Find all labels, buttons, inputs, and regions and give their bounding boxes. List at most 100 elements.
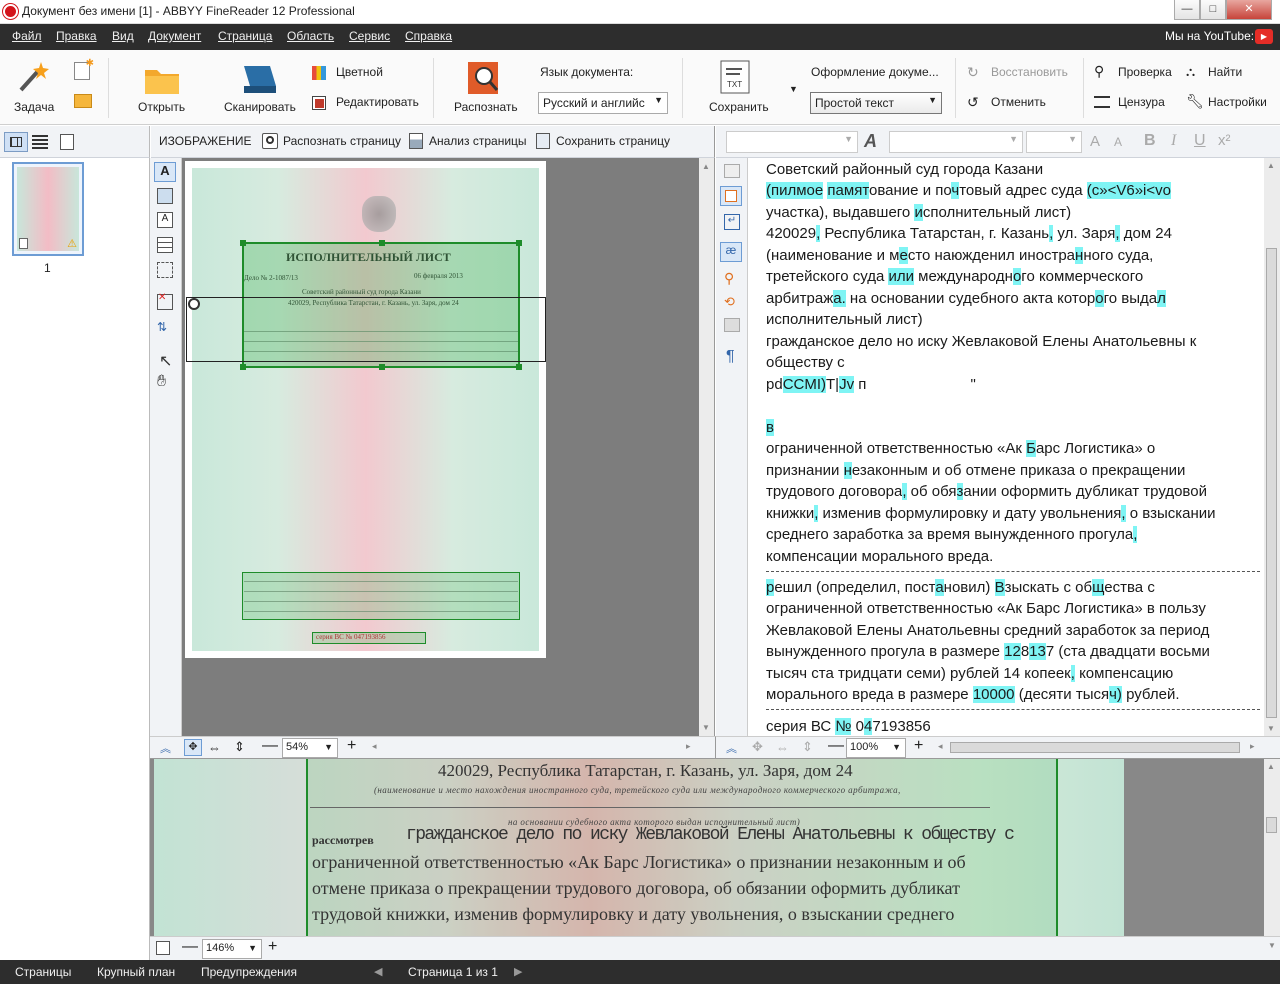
save-button[interactable]: TXT Сохранить ▼ [700,56,800,120]
text-line[interactable]: тысяч ста тридцати семи) рублей 14 копее… [766,663,1173,684]
zoom-in-button[interactable]: + [914,737,923,755]
text-line[interactable]: серия ВС № 047193856 [766,716,931,737]
text-line[interactable]: арбитража. на основании судебного акта к… [766,288,1166,309]
font-style-icon[interactable]: A [864,131,877,152]
restore-button[interactable]: ↻ Восстановить [967,64,1077,82]
text-line[interactable]: (пилмое памятование и почтовый адрес суд… [766,180,1171,201]
picture-area-tool-icon[interactable] [157,188,173,204]
text-line[interactable]: признании незаконным и об отмене приказа… [766,460,1185,481]
open-button[interactable]: Открыть [135,56,191,120]
scroll-right-icon[interactable]: ▸ [1250,741,1255,752]
table-area-tool-icon[interactable] [157,237,173,253]
font-size-select[interactable]: ▼ [1026,131,1082,153]
closeup-viewport-frame[interactable] [186,297,546,362]
text-line[interactable]: Советский районный суд города Казани [766,159,1043,180]
text-line[interactable]: морального вреда в размере 10000 (десяти… [766,684,1180,705]
zoom-out-button[interactable]: — [262,737,278,755]
closeup-tab[interactable]: Крупный план [97,965,175,979]
zoom-in-button[interactable]: + [347,737,356,755]
text-zoom-select[interactable]: 100% ▼ [846,738,906,758]
text-line[interactable]: гражданское дело но иску Жевлаковой Елен… [766,331,1196,352]
menu-tools[interactable]: Сервис [349,29,390,43]
zoom-out-button[interactable]: — [182,938,198,956]
italic-button[interactable]: I [1171,132,1176,150]
edit-image-button[interactable]: Редактировать [312,94,422,112]
zoom-in-button[interactable]: + [268,938,277,956]
close-button[interactable]: ✕ [1226,0,1272,20]
fit-width-icon[interactable]: ⇔ [776,740,789,755]
menu-page[interactable]: Страница [218,29,272,43]
text-line[interactable]: pdCCMI)T|Jv п " [766,374,976,395]
pointer-tool-icon[interactable]: ↖ [159,351,172,371]
analyze-page-button[interactable]: Анализ страницы [429,134,527,148]
closeup-zoom-select[interactable]: 146% ▼ [202,939,262,959]
comments-icon[interactable] [724,318,740,332]
fit-page-icon[interactable]: ✥ [752,739,763,755]
style-select[interactable]: ▼ [726,131,858,153]
scroll-right-icon[interactable]: ▸ [686,741,691,752]
font-select[interactable]: ▼ [889,131,1023,153]
censor-button[interactable]: Цензура [1094,94,1178,112]
warnings-tab[interactable]: Предупреждения [201,965,297,979]
text-line[interactable]: третейского суда или международного комм… [766,266,1143,287]
undo-button[interactable]: ↺ Отменить [967,94,1067,112]
decrease-font-icon[interactable]: A [1114,135,1122,149]
find-button[interactable]: ⛬ Найти [1186,64,1266,82]
color-button[interactable]: Цветной [312,64,402,82]
text-line[interactable]: ограниченной ответственностью «Ак Барс Л… [766,598,1206,619]
text-line[interactable]: компенсации морального вреда. [766,546,993,567]
underline-button[interactable]: U [1194,132,1206,150]
text-line[interactable]: (наименование и место наюжденил иностран… [766,245,1153,266]
superscript-button[interactable]: x² [1218,132,1231,149]
task-button[interactable]: Задача [8,56,58,120]
new-doc-icon[interactable]: ✱ [74,58,94,80]
bold-button[interactable]: B [1144,132,1156,150]
next-page-icon[interactable]: ▶ [514,965,522,978]
text-line[interactable]: среднего заработка за время вынужденного… [766,524,1138,545]
save-page-button[interactable]: Сохранить страницу [556,134,670,148]
image-scrollbar[interactable]: ▲ ▼ [699,158,714,736]
save-dropdown-icon[interactable]: ▼ [789,84,798,94]
menu-document[interactable]: Документ [148,29,201,43]
serial-area-frame[interactable]: серия ВС № 047193856 [312,632,426,644]
page-properties-icon[interactable] [60,134,74,150]
scroll-left-icon[interactable]: ◂ [372,741,377,752]
page-thumbnail[interactable]: ⚠ [12,162,84,256]
fit-height-icon[interactable]: ⇕ [234,739,245,755]
text-line[interactable]: исполнительный лист) [766,309,923,330]
text-area-frame-2[interactable] [242,572,520,620]
youtube-icon[interactable]: ▶ [1255,29,1273,44]
scroll-left-icon[interactable]: ◂ [938,741,943,752]
text-line[interactable]: ограниченной ответственностью «Ак Барс Л… [766,438,1155,459]
prev-page-icon[interactable]: ◀ [374,965,382,978]
fit-height-icon[interactable]: ⇕ [802,739,813,755]
replace-text-icon[interactable]: ⟲ [724,294,735,310]
text-line[interactable]: Жевлаковой Елены Анатольевны средний зар… [766,620,1209,641]
text-line[interactable]: трудового договора, об обязании оформить… [766,481,1207,502]
recognize-page-button[interactable]: Распознать страницу [283,134,401,148]
search-text-icon[interactable]: ⚲ [724,270,734,287]
increase-font-icon[interactable]: A [1090,133,1100,150]
return-icon[interactable]: ↵ [724,214,740,230]
text-format-tool-icon[interactable]: æ [720,242,742,262]
text-line[interactable]: 420029, Республика Татарстан, г. Казань,… [766,223,1172,244]
order-areas-tool-icon[interactable]: ⇅ [157,320,173,336]
pages-tab[interactable]: Страницы [15,965,71,979]
delete-area-tool-icon[interactable]: ✕ [157,293,173,310]
text-line[interactable]: участка), выдавшего исполнительный лист) [766,202,1071,223]
image-zoom-select[interactable]: 54% ▼ [282,738,338,758]
text-line[interactable]: вынужденного прогула в размере 128137 (с… [766,641,1210,662]
language-select[interactable]: Русский и английс ▼ [538,92,668,114]
menu-edit[interactable]: Правка [56,29,97,43]
verify-tool-icon[interactable] [724,164,740,178]
hand-tool-icon[interactable]: ✋︎ [157,373,166,391]
recognize-button[interactable]: Распознать [450,56,522,120]
open-doc-small-icon[interactable] [74,94,92,108]
thumbnail-view-icon[interactable] [4,132,28,152]
horizontal-scroll-thumb[interactable] [950,742,1240,753]
text-line[interactable]: в [766,417,774,438]
recognition-area-tool-icon[interactable] [157,262,173,278]
menu-area[interactable]: Область [287,29,334,43]
menu-file[interactable]: Файл [12,29,42,43]
format-select[interactable]: Простой текст ▼ [810,92,942,114]
